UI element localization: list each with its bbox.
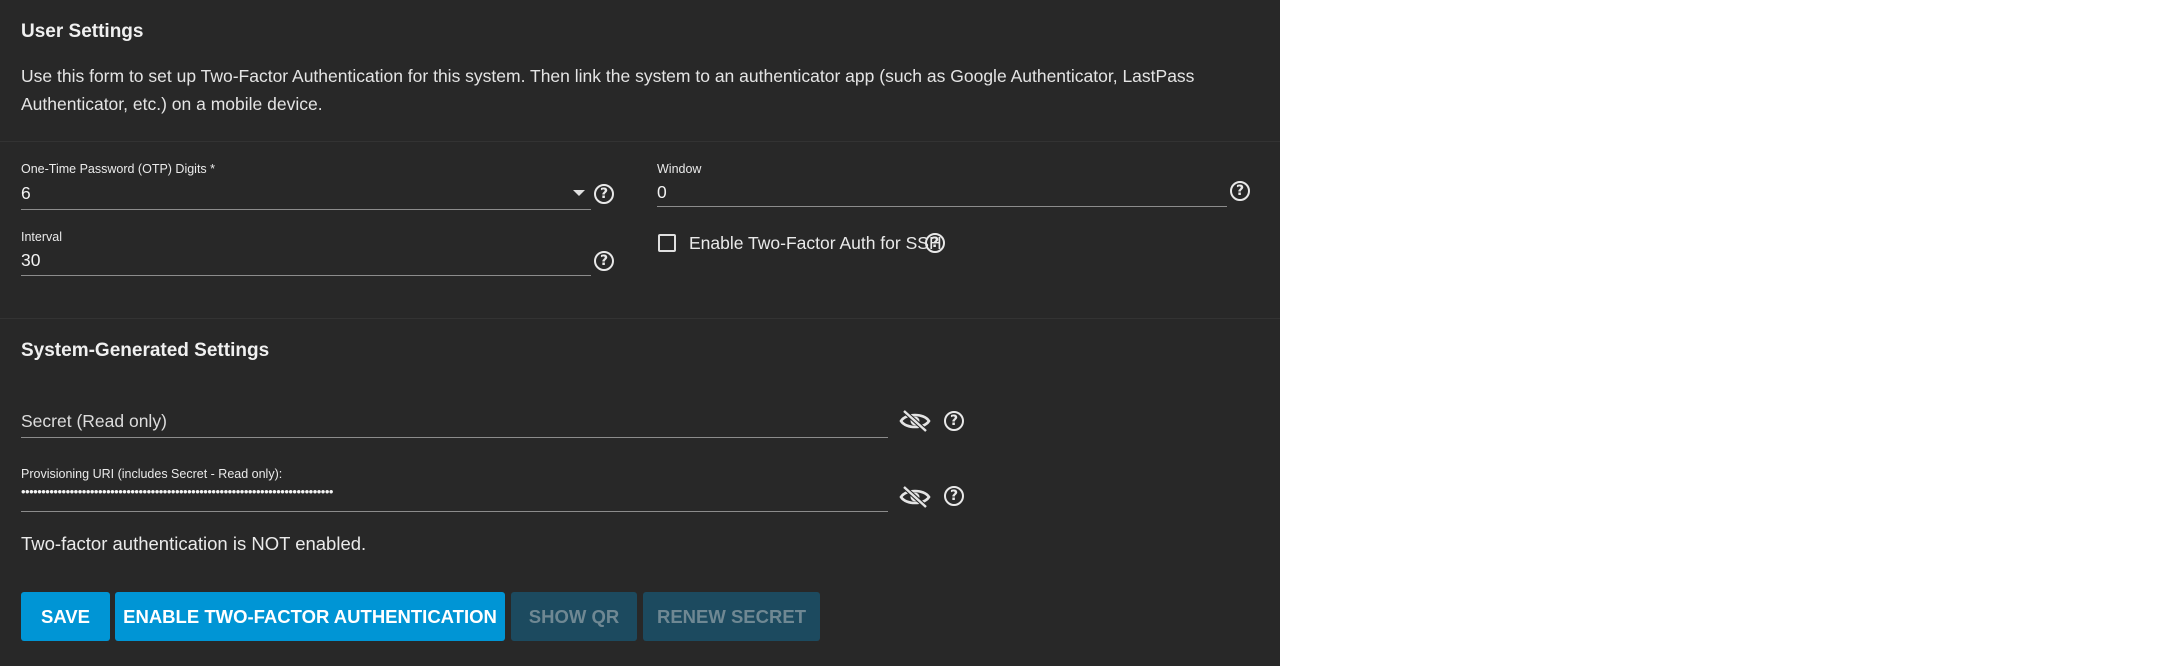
eye-off-icon[interactable] bbox=[899, 409, 931, 433]
help-circle-icon[interactable]: ? bbox=[1230, 181, 1250, 201]
ssh-2fa-checkbox-label[interactable]: Enable Two-Factor Auth for SSH bbox=[689, 233, 942, 254]
secret-placeholder: Secret (Read only) bbox=[21, 411, 167, 431]
otp-digits-value: 6 bbox=[21, 183, 31, 203]
secret-input[interactable]: Secret (Read only) bbox=[21, 408, 888, 440]
help-circle-icon[interactable]: ? bbox=[944, 411, 964, 431]
otp-digits-underline bbox=[21, 209, 591, 210]
otp-digits-select[interactable]: One-Time Password (OTP) Digits * 6 bbox=[21, 162, 591, 212]
caret-down-icon[interactable] bbox=[573, 190, 585, 196]
user-settings-description: Use this form to set up Two-Factor Authe… bbox=[21, 66, 1195, 114]
system-settings-title: System-Generated Settings bbox=[21, 340, 270, 361]
user-settings-title: User Settings bbox=[21, 21, 144, 42]
two-factor-settings-panel: User Settings Use this form to set up Tw… bbox=[0, 0, 1280, 666]
help-circle-icon[interactable]: ? bbox=[594, 184, 614, 204]
section-divider bbox=[0, 318, 1280, 319]
window-input[interactable]: Window 0 bbox=[657, 162, 1227, 212]
interval-input[interactable]: Interval 30 bbox=[21, 230, 591, 280]
provisioning-uri-label: Provisioning URI (includes Secret - Read… bbox=[21, 467, 283, 481]
window-label: Window bbox=[657, 162, 702, 176]
show-qr-button[interactable]: SHOW QR bbox=[511, 592, 637, 641]
window-underline bbox=[657, 206, 1227, 207]
enable-two-factor-button[interactable]: ENABLE TWO-FACTOR AUTHENTICATION bbox=[115, 592, 505, 641]
provisioning-uri-underline bbox=[21, 511, 888, 512]
secret-underline bbox=[21, 437, 888, 438]
interval-underline bbox=[21, 275, 591, 276]
save-button[interactable]: SAVE bbox=[21, 592, 110, 641]
window-value: 0 bbox=[657, 182, 667, 202]
otp-digits-label: One-Time Password (OTP) Digits * bbox=[21, 162, 216, 176]
help-circle-icon[interactable]: ? bbox=[925, 233, 945, 253]
ssh-2fa-checkbox[interactable] bbox=[658, 234, 676, 252]
provisioning-uri-value: ••••••••••••••••••••••••••••••••••••••••… bbox=[21, 484, 333, 499]
interval-value: 30 bbox=[21, 250, 41, 270]
renew-secret-button[interactable]: RENEW SECRET bbox=[643, 592, 820, 641]
section-divider bbox=[0, 141, 1280, 142]
provisioning-uri-input[interactable]: Provisioning URI (includes Secret - Read… bbox=[21, 467, 888, 513]
eye-off-icon[interactable] bbox=[899, 485, 931, 509]
help-circle-icon[interactable]: ? bbox=[944, 486, 964, 506]
interval-label: Interval bbox=[21, 230, 62, 244]
help-circle-icon[interactable]: ? bbox=[594, 251, 614, 271]
two-factor-status-text: Two-factor authentication is NOT enabled… bbox=[21, 533, 367, 554]
